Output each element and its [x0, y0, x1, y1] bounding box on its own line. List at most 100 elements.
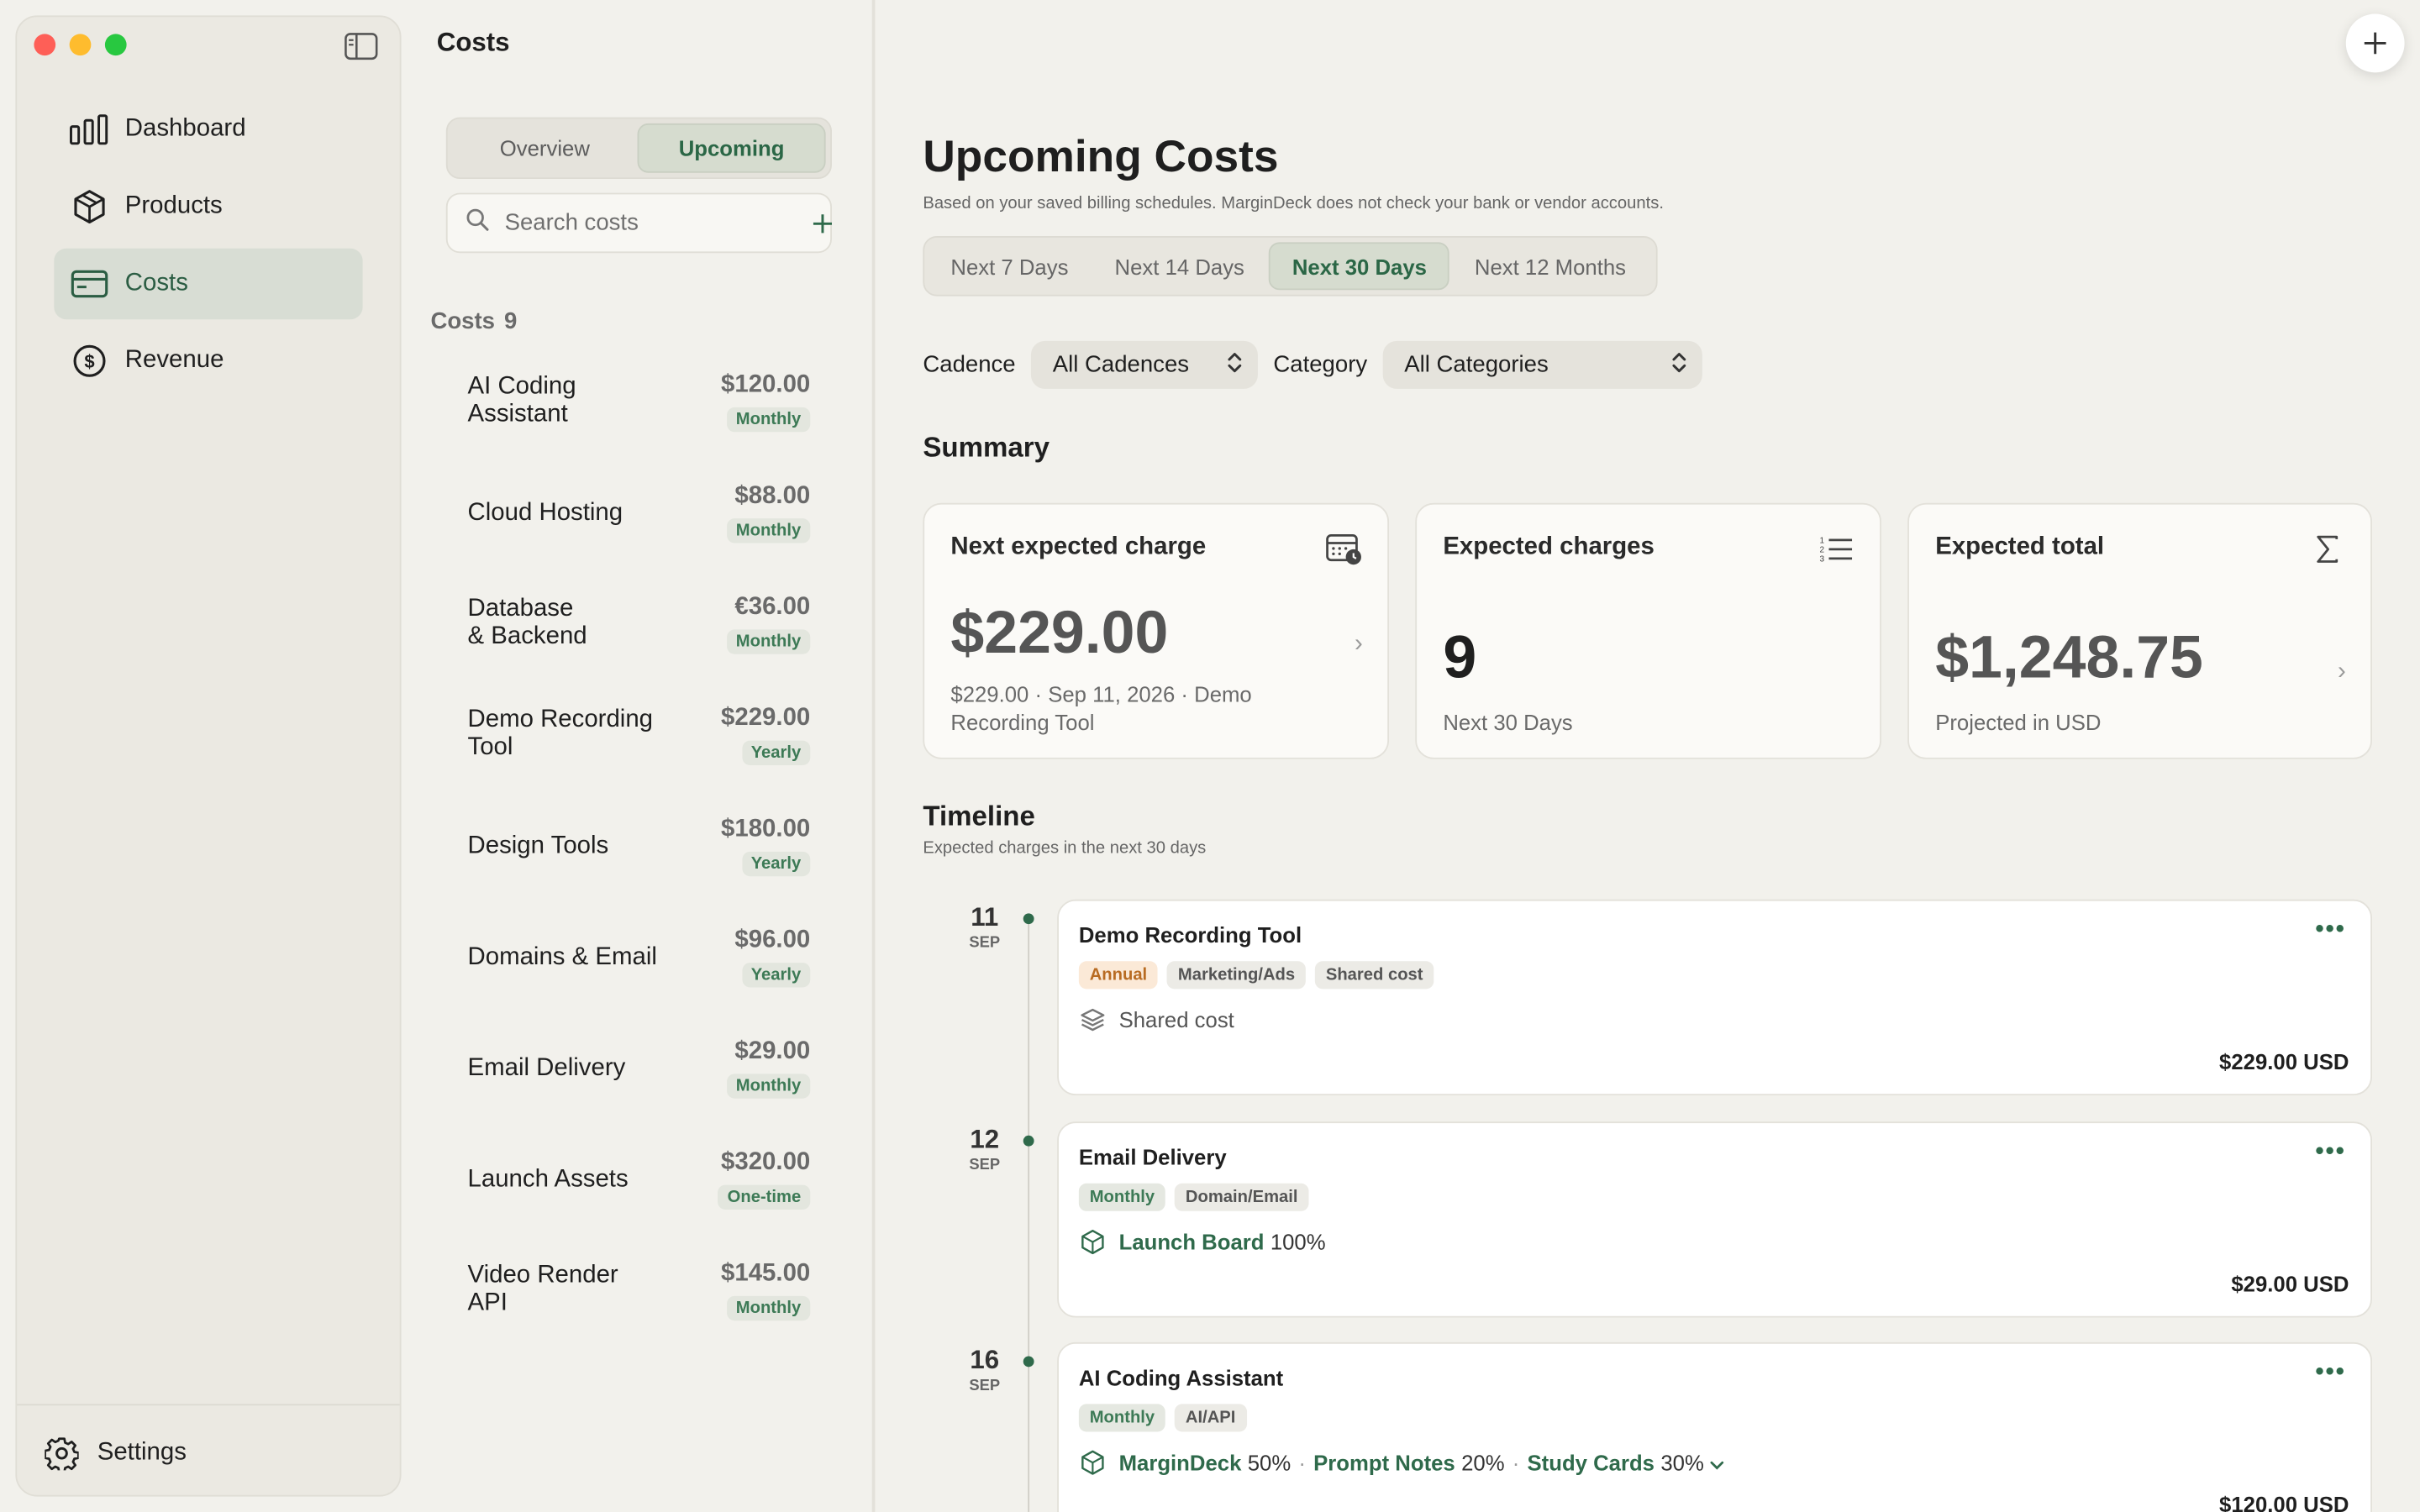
allocation-text: Shared cost	[1118, 1007, 1234, 1032]
chevron-right-icon: ›	[2337, 659, 2346, 685]
cost-amount: $29.00	[734, 1038, 811, 1065]
shared-tag: Shared cost	[1315, 961, 1434, 990]
close-window-button[interactable]	[34, 34, 56, 56]
category-tag: AI/API	[1175, 1404, 1247, 1432]
dollar-circle-icon: $	[70, 341, 110, 381]
chevron-down-icon[interactable]	[1710, 1450, 1724, 1474]
cadence-badge: Monthly	[726, 407, 811, 433]
more-options-icon[interactable]: •••	[2315, 916, 2345, 944]
list-item[interactable]: Demo Recording Tool $229.00 Yearly	[468, 695, 811, 806]
list-item[interactable]: Cloud Hosting $88.00 Monthly	[468, 472, 811, 583]
search-box	[445, 192, 834, 254]
range-next-30-days[interactable]: Next 30 Days	[1269, 242, 1450, 291]
svg-text:3: 3	[1819, 555, 1824, 564]
gear-icon	[42, 1433, 82, 1473]
list-item[interactable]: Email Delivery $29.00 Monthly	[468, 1027, 811, 1138]
range-next-12-months[interactable]: Next 12 Months	[1453, 242, 1648, 290]
sidebar-item-label: Costs	[124, 270, 188, 297]
next-charge-amount: $229.00	[950, 600, 1169, 667]
timeline-card[interactable]: Demo Recording Tool ••• Annual Marketing…	[1057, 899, 2373, 1096]
timeline-line	[1028, 919, 1030, 1512]
list-item[interactable]: AI Coding Assistant $120.00 Monthly	[468, 361, 811, 472]
sidebar: Dashboard Products Costs $ Revenue Setti…	[15, 15, 402, 1497]
cadence-badge: Monthly	[726, 629, 811, 654]
tag-list: Annual Marketing/Ads Shared cost	[1078, 961, 1434, 990]
allocation-product[interactable]: MarginDeck	[1119, 1450, 1242, 1474]
zoom-window-button[interactable]	[104, 34, 127, 56]
list-item[interactable]: Domains & Email $96.00 Yearly	[468, 916, 811, 1027]
sigma-icon	[2309, 533, 2346, 566]
range-next-14-days[interactable]: Next 14 Days	[1093, 242, 1266, 290]
cadence-tag: Annual	[1078, 961, 1159, 990]
cost-amount: $145.00	[721, 1260, 811, 1287]
tab-overview[interactable]: Overview	[452, 123, 637, 173]
list-title: Costs	[436, 28, 510, 57]
range-next-7-days[interactable]: Next 7 Days	[929, 242, 1090, 290]
tab-upcoming[interactable]: Upcoming	[637, 123, 826, 173]
sidebar-toggle-icon[interactable]	[345, 33, 378, 60]
timeline-subtitle: Expected charges in the next 30 days	[923, 839, 1207, 858]
allocation-percent: 100%	[1270, 1229, 1326, 1255]
timeline-title: Timeline	[923, 801, 1035, 832]
cadence-badge: One-time	[718, 1184, 811, 1210]
timeline-cost-name: AI Coding Assistant	[1078, 1365, 1284, 1390]
cadence-tag: Monthly	[1078, 1404, 1166, 1432]
more-options-icon[interactable]: •••	[2315, 1359, 2345, 1387]
category-tag: Marketing/Ads	[1167, 961, 1306, 990]
list-item[interactable]: Database & Backend €36.00 Monthly	[468, 583, 811, 694]
cost-name: Email Delivery	[467, 1055, 626, 1082]
allocation-product[interactable]: Launch Board	[1119, 1230, 1265, 1254]
list-item[interactable]: Design Tools $180.00 Yearly	[468, 806, 811, 916]
date-range-segmented-control: Next 7 Days Next 14 Days Next 30 Days Ne…	[923, 236, 1657, 297]
cost-name: Video Render API	[467, 1262, 618, 1316]
expected-total-note: Projected in USD	[1935, 709, 2102, 735]
timeline-dot	[1023, 913, 1034, 925]
sidebar-item-revenue[interactable]: $ Revenue	[54, 326, 362, 396]
sidebar-item-costs[interactable]: Costs	[54, 248, 363, 320]
list-heading: Costs 9	[430, 308, 517, 334]
more-options-icon[interactable]: •••	[2315, 1138, 2345, 1166]
cost-list-column: Costs Overview Upcoming Costs 9 AI Coding…	[404, 0, 874, 1512]
allocation-product[interactable]: Study Cards	[1528, 1450, 1655, 1474]
chevron-up-down-icon	[1227, 349, 1242, 381]
card-icon	[70, 264, 110, 304]
tag-list: Monthly Domain/Email	[1078, 1183, 1309, 1211]
settings-button[interactable]: Settings	[42, 1433, 187, 1473]
sidebar-item-dashboard[interactable]: Dashboard	[54, 94, 362, 165]
timeline-card[interactable]: AI Coding Assistant ••• Monthly AI/API M…	[1057, 1341, 2373, 1512]
allocation-percent: 20%	[1461, 1450, 1505, 1475]
next-expected-charge-card[interactable]: Next expected charge $229.00 $229.00 · S…	[923, 502, 1390, 759]
plus-icon	[2364, 32, 2386, 55]
box-icon	[1079, 1228, 1107, 1256]
allocation-row: Launch Board 100%	[1079, 1228, 1326, 1256]
sidebar-item-products[interactable]: Products	[54, 171, 362, 242]
cost-amount: $96.00	[734, 927, 811, 954]
numbered-list-icon: 123	[1818, 533, 1855, 566]
timeline-amount: $29.00 USD	[2231, 1271, 2349, 1296]
add-cost-icon[interactable]	[812, 209, 834, 237]
cadence-badge: Monthly	[726, 1074, 811, 1099]
add-button[interactable]	[2345, 13, 2405, 73]
category-label: Category	[1273, 351, 1368, 378]
expected-total-card[interactable]: Expected total $1,248.75 Projected in US…	[1907, 502, 2373, 759]
minimize-window-button[interactable]	[69, 34, 92, 56]
sidebar-divider	[17, 1404, 400, 1406]
search-input[interactable]	[504, 209, 813, 237]
chevron-up-down-icon	[1671, 349, 1686, 381]
card-title: Next expected charge	[950, 533, 1207, 560]
list-item[interactable]: Launch Assets $320.00 One-time	[468, 1138, 811, 1249]
cadence-tag: Monthly	[1078, 1183, 1166, 1211]
cadence-select[interactable]: All Cadences	[1031, 340, 1258, 389]
main-content: Upcoming Costs Based on your saved billi…	[875, 0, 2420, 1512]
allocation-row: Shared cost	[1079, 1006, 1234, 1034]
cost-name: AI Coding Assistant	[467, 373, 576, 428]
view-segmented-control: Overview Upcoming	[445, 117, 832, 180]
allocation-product[interactable]: Prompt Notes	[1313, 1450, 1455, 1474]
timeline-card[interactable]: Email Delivery ••• Monthly Domain/Email …	[1057, 1121, 2373, 1318]
list-item[interactable]: Video Render API $145.00 Monthly	[468, 1250, 811, 1361]
sidebar-item-label: Dashboard	[124, 115, 246, 142]
category-select[interactable]: All Categories	[1382, 340, 1702, 389]
allocation-row: MarginDeck 50% · Prompt Notes 20% · Stud…	[1079, 1449, 1724, 1477]
window-controls	[34, 34, 127, 56]
timeline-date: 12 SEP	[969, 1124, 1001, 1174]
